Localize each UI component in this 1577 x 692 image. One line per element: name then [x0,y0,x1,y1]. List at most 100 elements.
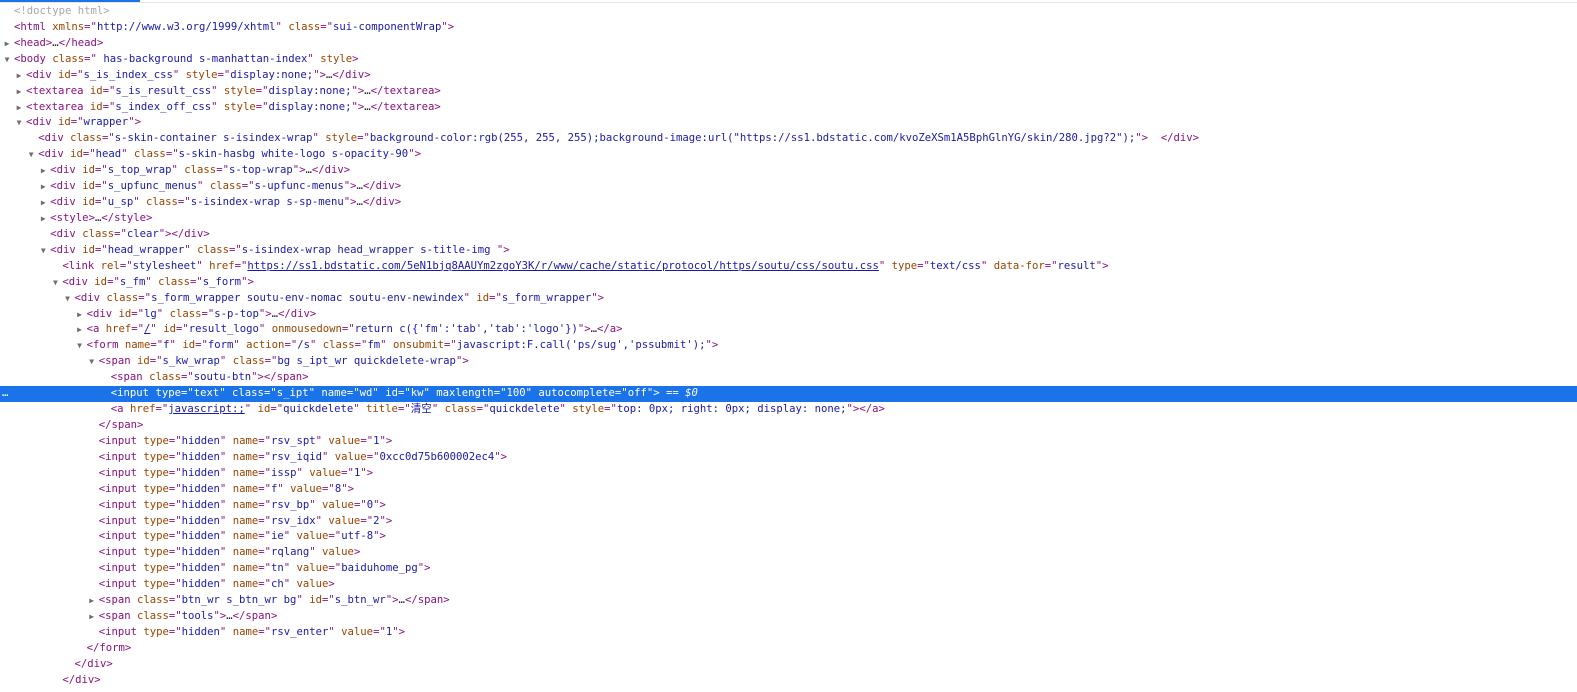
markup-punctuation: =" [604,403,617,416]
node-markup: <input type="hidden" name="rqlang" value… [99,545,361,561]
dom-node-row[interactable]: <input type="hidden" name="tn" value="ba… [0,561,1577,577]
dom-node-row[interactable]: ▼ <body class=" has-background s-manhatta… [0,52,1577,68]
attribute-value: ch [270,578,284,591]
markup-punctuation: =" [258,562,271,575]
tag-name: </style> [101,211,153,224]
expand-triangle-icon[interactable]: ▶ [14,100,24,116]
expand-triangle-icon[interactable]: ▶ [87,593,97,609]
dom-node-row[interactable]: ▶ <span class="tools">…</span> [0,609,1577,625]
markup-punctuation: =" [264,355,278,368]
dom-node-row[interactable]: ▼ <div id="wrapper"> [0,115,1577,131]
collapse-triangle-icon[interactable]: ▼ [75,338,85,354]
dom-node-row[interactable]: ▼ <div id="s_fm" class="s_form"> [0,275,1577,291]
dom-node-row[interactable]: <input type="hidden" name="rsv_enter" va… [0,625,1577,641]
dom-node-row[interactable]: </div> [0,673,1577,689]
dom-node-row[interactable]: </div> [0,657,1577,673]
collapse-triangle-icon[interactable]: ▼ [50,275,60,291]
expand-triangle-icon[interactable]: ▶ [75,307,85,323]
attribute-value: s-p-top [214,307,259,320]
dom-node-row[interactable]: </span> [0,418,1577,434]
dom-node-row[interactable]: ▼ <div id="head_wrapper" class="s-isindex… [0,243,1577,259]
attribute-name: id [58,68,71,81]
dom-node-row[interactable]: ▼ <form name="f" id="form" action="/s" cl… [0,338,1577,354]
node-markup: <link rel="stylesheet" href="https://ss1… [62,259,1108,275]
dom-node-row-selected[interactable]: … <input type="text" class="s_ipt" name="… [0,386,1577,403]
node-markup: <input type="hidden" name="ch" value> [99,577,335,593]
expand-triangle-icon[interactable]: ▶ [75,322,85,338]
markup-punctuation: "> [577,323,591,336]
tag-name: </div> [311,164,351,177]
expand-triangle-icon[interactable]: ▶ [87,609,97,625]
attribute-value: tools [181,610,214,623]
panel-top-border [0,2,1577,3]
attribute-link[interactable]: javascript:; [168,403,245,415]
dom-node-row[interactable]: <input type="hidden" name="rqlang" value… [0,545,1577,561]
dom-node-row[interactable]: <a href="javascript:;" id="quickdelete" … [0,402,1577,418]
dom-node-row[interactable]: <div class="clear"></div> [0,227,1577,243]
node-markup: <span class="soutu-btn"></span> [111,370,309,386]
dom-node-row[interactable]: <input type="hidden" name="issp" value="… [0,466,1577,482]
node-text [1148,132,1161,144]
markup-punctuation: =" [190,275,203,288]
dom-node-row[interactable]: </form> [0,641,1577,657]
dom-node-row[interactable]: <input type="hidden" name="ch" value> [0,577,1577,593]
tag-name: </span> [98,418,144,431]
dom-node-row[interactable]: <input type="hidden" name="rsv_iqid" val… [0,450,1577,466]
markup-punctuation: "> [846,403,860,416]
dom-node-row[interactable]: ▶ <a href="/" id="result_logo" onmousedow… [0,322,1577,338]
dom-node-row[interactable]: <link rel="stylesheet" href="https://ss1… [0,259,1577,275]
attribute-name: value [309,466,342,479]
dom-node-row[interactable]: ▶ <textarea id="s_index_off_css" style="d… [0,100,1577,116]
collapse-triangle-icon[interactable]: ▼ [63,291,73,307]
dom-node-row[interactable]: <input type="hidden" name="rsv_spt" valu… [0,434,1577,450]
expand-triangle-icon[interactable]: ▶ [14,84,24,100]
dom-node-row[interactable]: ▶ <div id="s_upfunc_menus" class="s-upfun… [0,179,1577,195]
expand-triangle-icon[interactable]: ▶ [38,179,48,195]
tag-name: </div> [62,673,101,686]
dom-node-row[interactable]: ▶ <style>…</style> [0,211,1577,227]
dom-node-row[interactable]: ▶ <head>…</head> [0,36,1577,52]
attribute-value: wrapper [83,116,129,129]
collapse-triangle-icon[interactable]: ▼ [87,354,97,370]
dom-node-row[interactable]: ▶ <div id="s_top_wrap" class="s-top-wrap"… [0,163,1577,179]
collapse-triangle-icon[interactable]: ▼ [26,147,36,163]
attribute-name: name [321,387,347,400]
dom-node-row[interactable]: <input type="hidden" name="f" value="8"> [0,482,1577,498]
expand-triangle-icon[interactable]: ▶ [38,195,48,211]
expand-triangle-icon[interactable]: ▶ [38,163,48,179]
dom-node-row[interactable]: ▶ <div id="s_is_index_css" style="display… [0,68,1577,84]
collapse-triangle-icon[interactable]: ▼ [2,52,12,68]
dom-node-row[interactable]: ▶ <div id="u_sp" class="s-isindex-wrap s-… [0,195,1577,211]
dom-node-row[interactable]: <input type="hidden" name="rsv_idx" valu… [0,514,1577,530]
attribute-value: hidden [181,546,220,559]
dom-node-row[interactable]: ▼ <span id="s_kw_wrap" class="bg s_ipt_wr… [0,354,1577,370]
collapse-triangle-icon[interactable]: ▼ [38,243,48,259]
dom-node-row[interactable]: <html xmlns="http://www.w3.org/1999/xhtm… [0,20,1577,36]
markup-punctuation: =" [397,403,411,416]
expand-triangle-icon[interactable]: ▶ [14,68,24,84]
dom-node-row[interactable]: <span class="soutu-btn"></span> [0,370,1577,386]
collapse-triangle-icon[interactable]: ▼ [14,115,24,131]
attribute-name: class [197,243,229,256]
node-markup: <div id="wrapper"> [26,115,141,131]
dom-node-row[interactable]: ▶ <div id="lg" class="s-p-top">…</div> [0,307,1577,323]
dom-node-row[interactable]: <div class="s-skin-container s-isindex-w… [0,131,1577,147]
dom-node-row[interactable]: ▶ <textarea id="s_is_result_css" style="d… [0,84,1577,100]
attribute-link[interactable]: https://ss1.bdstatic.com/5eN1bjq8AAUYm2z… [247,260,878,272]
dom-node-row[interactable]: ▼ <div id="head" class="s-skin-hasbg whit… [0,147,1577,163]
dom-node-row[interactable]: <input type="hidden" name="ie" value="ut… [0,529,1577,545]
attribute-name: data-for [993,259,1045,272]
expand-triangle-icon[interactable]: ▶ [38,211,48,227]
dom-node-row[interactable]: ▶ <span class="btn_wr s_btn_wr bg" id="s_… [0,593,1577,609]
node-actions-ellipsis-icon[interactable]: … [2,386,8,402]
attribute-value: /s [297,339,310,352]
elements-dom-tree[interactable]: <!doctype html> <html xmlns="http://www.w… [0,4,1577,689]
expand-triangle-icon[interactable]: ▶ [2,36,12,52]
attribute-value: s_fm [119,275,146,288]
dom-node-row[interactable]: <!doctype html> [0,4,1577,20]
node-markup: <span id="s_kw_wrap" class="bg s_ipt_wr … [99,354,469,370]
attribute-value: tn [270,562,284,575]
dom-node-row[interactable]: ▼ <div class="s_form_wrapper soutu-env-no… [0,291,1577,307]
attribute-name: id [89,84,103,97]
dom-node-row[interactable]: <input type="hidden" name="rsv_bp" value… [0,498,1577,514]
